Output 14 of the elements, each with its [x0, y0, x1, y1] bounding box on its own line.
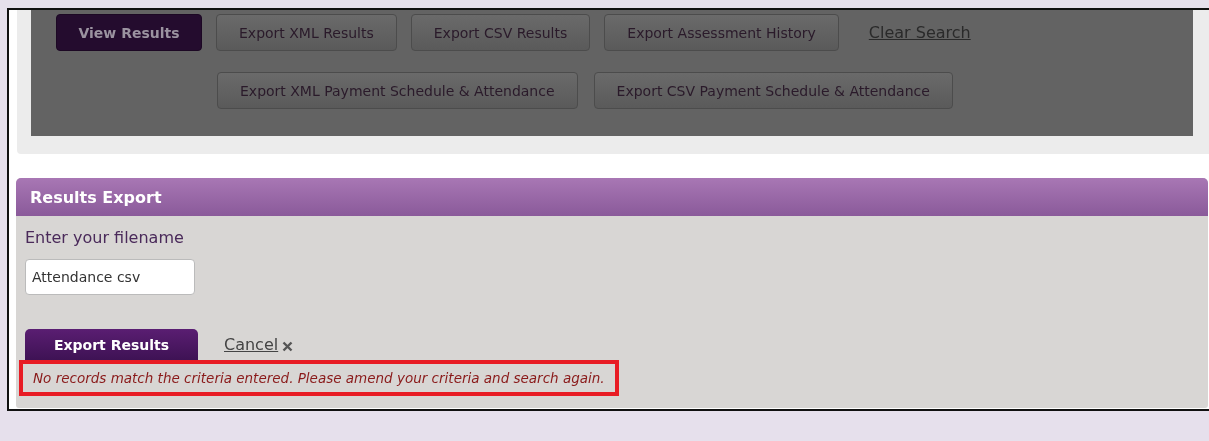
export-results-button[interactable]: Export Results	[25, 329, 198, 360]
filename-label: Enter your filename	[25, 228, 184, 247]
export-button[interactable]: Export CSV Payment Schedule & Attendance	[593, 72, 953, 109]
clear-search-link[interactable]: Clear Search	[868, 23, 971, 42]
cancel-link[interactable]: Cancel	[224, 335, 279, 354]
export-button[interactable]: Export XML Payment Schedule & Attendance	[217, 72, 578, 109]
panel-title: Results Export	[30, 187, 162, 207]
export-button[interactable]: Export CSV Results	[410, 14, 591, 51]
export-button[interactable]: Export XML Results	[216, 14, 397, 51]
export-button[interactable]: Export Assessment History	[604, 14, 839, 51]
filename-input[interactable]: Attendance csv	[25, 259, 195, 295]
error-message: No records match the criteria entered. Please amend your criteria and search again.	[19, 360, 619, 396]
view-results-button[interactable]: View Results	[56, 14, 202, 51]
close-icon[interactable]	[282, 341, 294, 352]
